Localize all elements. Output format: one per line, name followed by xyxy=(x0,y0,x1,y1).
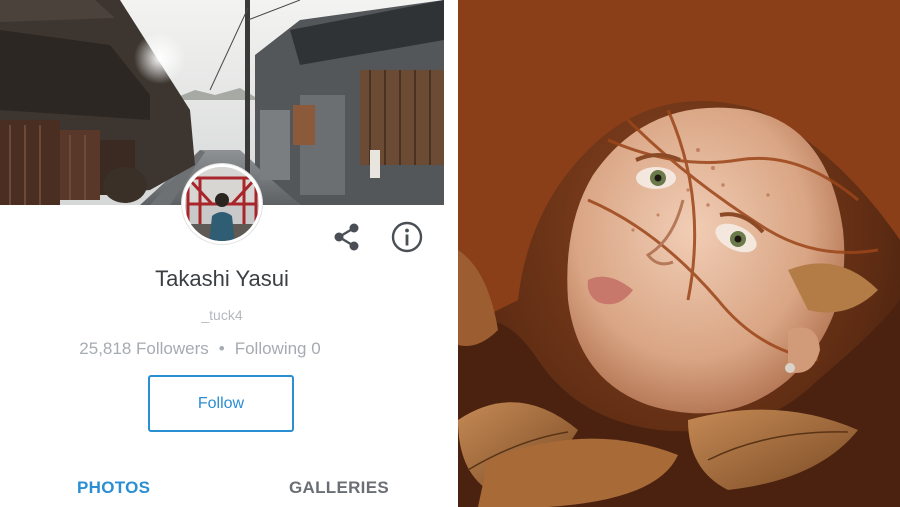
followers-count[interactable]: 25,818 Followers xyxy=(79,339,208,358)
stats-separator: • xyxy=(218,339,225,358)
tab-galleries[interactable]: GALLERIES xyxy=(289,478,389,498)
share-icon[interactable] xyxy=(330,220,364,254)
avatar[interactable] xyxy=(182,164,262,244)
profile-stats: 25,818 Followers • Following 0 xyxy=(0,339,400,359)
follow-button[interactable]: Follow xyxy=(148,375,294,432)
profile-panel: Takashi Yasui _tuck4 25,818 Followers • Fo… xyxy=(0,0,457,507)
following-count[interactable]: Following 0 xyxy=(235,339,321,358)
info-icon[interactable] xyxy=(390,220,424,254)
profile-username: _tuck4 xyxy=(201,307,243,323)
profile-name: Takashi Yasui xyxy=(155,266,289,291)
tab-photos[interactable]: PHOTOS xyxy=(77,478,150,498)
featured-photo[interactable] xyxy=(458,0,900,507)
panel-divider xyxy=(444,0,458,507)
